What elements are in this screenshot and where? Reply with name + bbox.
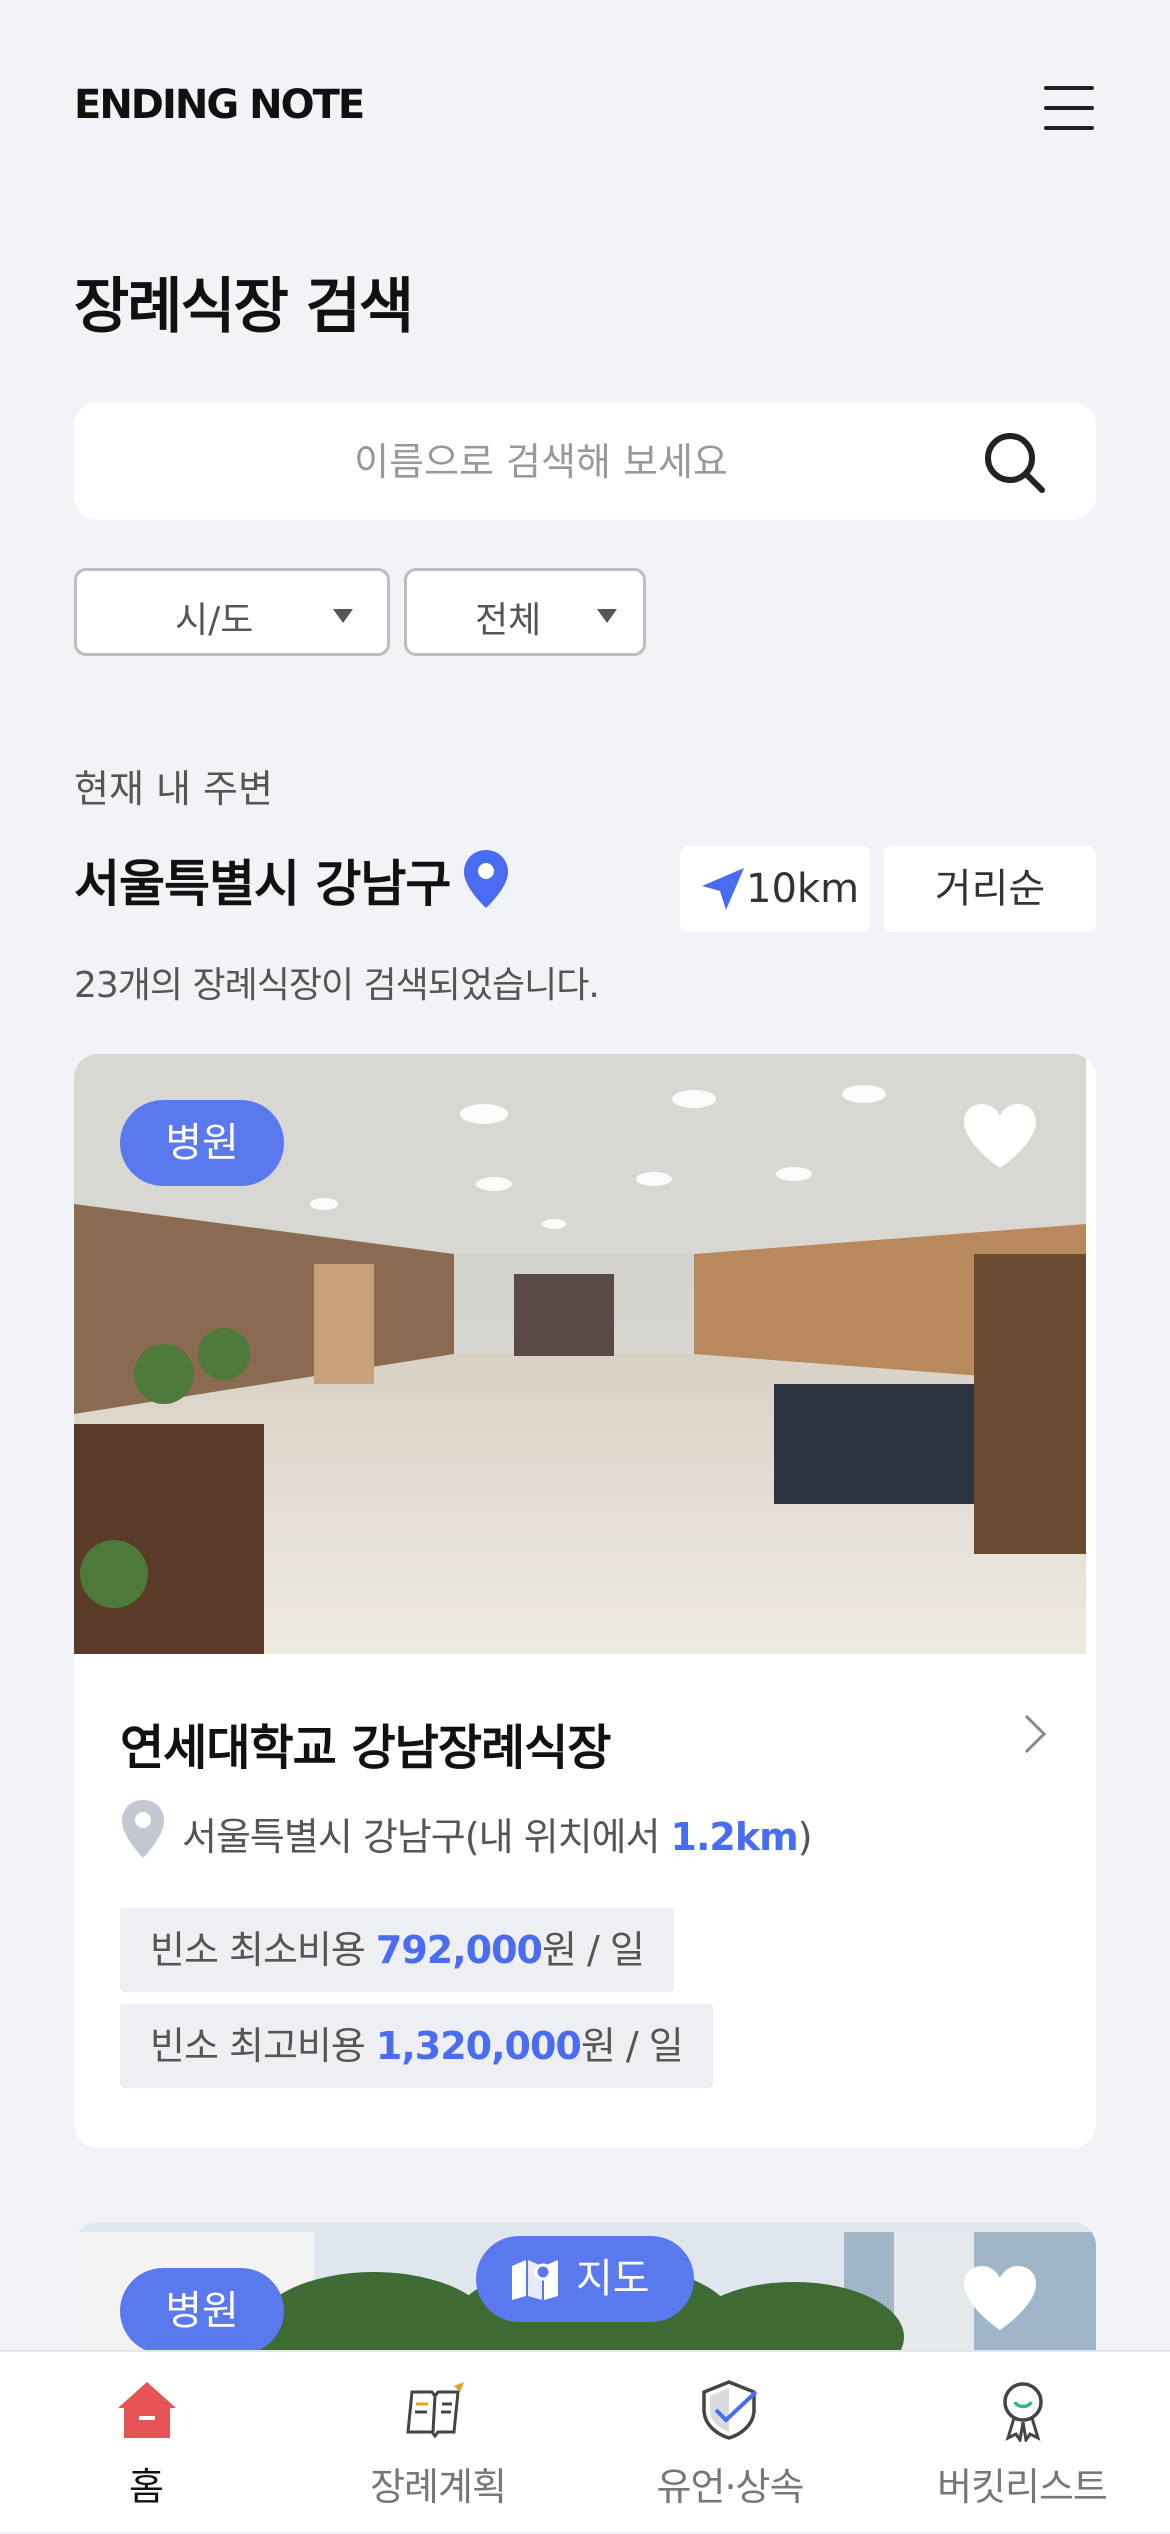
tab-bucket-list[interactable]: 버킷리스트 [876,2352,1168,2534]
district-select-value: 전체 [475,600,542,641]
funeral-hall-card[interactable]: 병원 연세대학교 강남장례식장 서울특별시 강남구(내 위치에서 1.2km) … [74,1054,1096,2148]
max-cost-tag: 빈소 최고비용 1,320,000원 / 일 [120,2004,713,2088]
max-cost-value: 1,320,000 [375,2024,582,2068]
map-view-button[interactable]: 지도 [476,2236,694,2322]
distance-filter-label: 10km [746,866,860,912]
current-location: 서울특별시 강남구 [74,855,451,913]
min-cost-value: 792,000 [375,1928,543,1972]
min-cost-tag: 빈소 최소비용 792,000원 / 일 [120,1908,674,1992]
tab-will-inheritance-label: 유언·상속 [656,2465,805,2509]
hamburger-menu-icon[interactable] [1044,86,1094,132]
home-icon [118,2382,176,2438]
map-icon [512,2260,558,2300]
heart-icon[interactable] [962,1102,1038,1170]
medal-icon [1003,2382,1043,2442]
tab-home[interactable]: 홈 [0,2352,292,2534]
location-pin-icon [122,1800,164,1858]
distance-filter-button[interactable]: 10km [680,846,870,932]
tab-funeral-plan-label: 장례계획 [370,2465,507,2509]
map-view-label: 지도 [576,2256,650,2302]
funeral-hall-address: 서울특별시 강남구(내 위치에서 1.2km) [182,1806,813,1861]
search-icon[interactable] [980,428,1048,496]
navigation-arrow-icon [702,868,744,910]
nearby-label: 현재 내 주변 [74,767,273,811]
max-cost-label: 빈소 최고비용 [150,2024,376,2068]
address-suffix: ) [797,1815,813,1859]
region-select[interactable]: 시/도 [74,568,390,656]
bottom-tab-bar: 홈 장례계획 유언·상속 버킷리스트 [0,2350,1170,2532]
district-select[interactable]: 전체 [404,568,646,656]
search-bar [74,402,1096,522]
caret-down-icon [597,609,617,623]
search-input[interactable] [114,402,968,522]
caret-down-icon [333,609,353,623]
sort-button[interactable]: 거리순 [884,846,1096,932]
chevron-right-icon[interactable] [1020,1710,1050,1758]
tab-funeral-plan[interactable]: 장례계획 [292,2352,584,2534]
min-cost-unit: 원 / 일 [542,1928,645,1972]
category-badge: 병원 [120,2268,284,2354]
location-pin-icon[interactable] [462,848,510,910]
distance-from-me: 1.2km [670,1815,799,1859]
header: ENDING NOTE [0,0,1170,220]
shield-check-icon [702,2380,758,2440]
result-count: 23개의 장례식장이 검색되었습니다. [74,965,600,1006]
book-icon [406,2382,464,2439]
funeral-hall-name[interactable]: 연세대학교 강남장례식장 [120,1708,611,1778]
tab-bucket-list-label: 버킷리스트 [937,2465,1108,2509]
page-title: 장례식장 검색 [74,272,414,342]
heart-icon[interactable] [962,2264,1038,2332]
min-cost-label: 빈소 최소비용 [150,1928,376,1972]
max-cost-unit: 원 / 일 [580,2024,684,2068]
tab-home-label: 홈 [129,2465,164,2509]
region-select-value: 시/도 [175,600,254,641]
category-badge: 병원 [120,1100,284,1186]
address-text: 서울특별시 강남구(내 위치에서 [182,1815,671,1859]
tab-will-inheritance[interactable]: 유언·상속 [584,2352,876,2534]
app-logo[interactable]: ENDING NOTE [74,82,365,128]
